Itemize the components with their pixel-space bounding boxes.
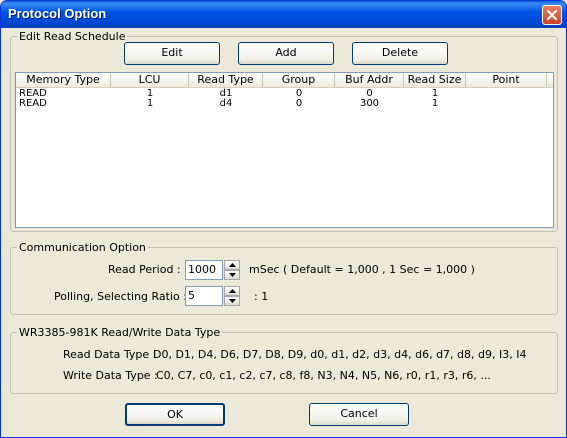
lcu-cell: 1: [146, 98, 154, 109]
read-period-increment-button[interactable]: [224, 260, 240, 270]
read-data-type-value: D0, D1, D4, D6, D7, D8, D9, d0, d1, d2, …: [153, 348, 527, 361]
column-header-lcu[interactable]: LCU: [111, 73, 189, 87]
column-header-buf-addr[interactable]: Buf Addr: [335, 73, 404, 87]
edit-read-schedule-legend: Edit Read Schedule: [17, 30, 128, 43]
write-data-type-label: Write Data Type :: [63, 369, 158, 382]
up-arrow-icon: [229, 263, 236, 267]
communication-option-legend: Communication Option: [17, 241, 148, 254]
column-header-point[interactable]: Point: [466, 73, 547, 87]
polling-ratio-increment-button[interactable]: [224, 286, 240, 296]
table-row[interactable]: READ 1 d4 0 300 1: [16, 98, 553, 109]
close-button[interactable]: [542, 5, 562, 25]
read-period-hint: mSec ( Default = 1,000 , 1 Sec = 1,000 ): [249, 263, 475, 276]
communication-option-group: Communication Option: [10, 241, 558, 315]
down-arrow-icon: [229, 273, 236, 277]
ok-button[interactable]: OK: [125, 403, 225, 426]
read-schedule-list[interactable]: Memory Type LCU Read Type Group Buf Addr…: [15, 72, 554, 228]
data-type-group: WR3385-981K Read/Write Data Type: [10, 326, 558, 394]
down-arrow-icon: [229, 299, 236, 303]
read-size-cell: 1: [431, 98, 439, 109]
close-icon: [547, 10, 557, 20]
up-arrow-icon: [229, 289, 236, 293]
protocol-option-dialog: Protocol Option Edit Read Schedule Edit …: [0, 0, 567, 438]
column-header-group[interactable]: Group: [263, 73, 335, 87]
group-cell: 0: [295, 98, 303, 109]
read-period-spinner[interactable]: [224, 260, 240, 280]
read-period-label: Read Period :: [108, 263, 181, 276]
polling-ratio-suffix: : 1: [254, 290, 269, 303]
column-header-memory-type[interactable]: Memory Type: [16, 73, 111, 87]
data-type-legend: WR3385-981K Read/Write Data Type: [17, 326, 223, 339]
read-period-decrement-button[interactable]: [224, 270, 240, 280]
memory-type-cell: READ: [19, 98, 47, 109]
read-type-cell: d4: [219, 98, 233, 109]
column-header-read-type[interactable]: Read Type: [189, 73, 263, 87]
buf-addr-cell: 300: [359, 98, 380, 109]
window-title: Protocol Option: [8, 6, 107, 21]
write-data-type-value: C0, C7, c0, c1, c2, c7, c8, f8, N3, N4, …: [156, 369, 491, 382]
list-header: Memory Type LCU Read Type Group Buf Addr…: [16, 73, 553, 88]
polling-ratio-input[interactable]: 5: [185, 286, 223, 306]
read-period-input[interactable]: 1000: [185, 260, 223, 280]
polling-ratio-decrement-button[interactable]: [224, 296, 240, 306]
column-header-read-size[interactable]: Read Size: [404, 73, 466, 87]
edit-button[interactable]: Edit: [124, 42, 220, 65]
add-button[interactable]: Add: [238, 42, 334, 65]
cancel-button[interactable]: Cancel: [309, 403, 409, 426]
polling-ratio-label: Polling, Selecting Ratio :: [54, 290, 187, 303]
title-bar[interactable]: Protocol Option: [1, 1, 566, 28]
read-data-type-label: Read Data Type :: [63, 348, 157, 361]
polling-ratio-spinner[interactable]: [224, 286, 240, 306]
delete-button[interactable]: Delete: [352, 42, 448, 65]
